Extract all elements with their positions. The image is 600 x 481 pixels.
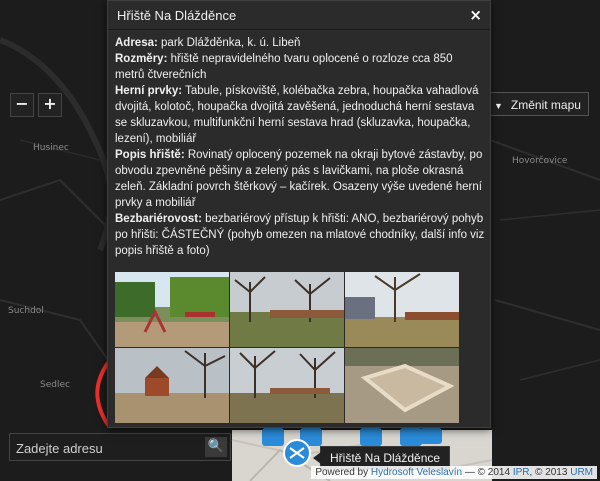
place-label-sedlec: Sedlec <box>40 380 70 390</box>
photo-thumbnail-4[interactable] <box>115 348 229 423</box>
photo-thumbnail-6[interactable] <box>345 348 459 423</box>
field-label: Popis hřiště: <box>115 149 185 161</box>
field-value: park Dlážděnka, k. ú. Libeň <box>161 37 301 49</box>
place-label-hovorcovice: Hovorčovice <box>512 156 568 166</box>
photo-thumbnail-1[interactable] <box>115 272 229 347</box>
photo-thumbnail-5[interactable] <box>230 348 344 423</box>
field-address: Adresa: park Dlážděnka, k. ú. Libeň <box>115 35 485 51</box>
search-icon: 🔍 <box>207 439 225 454</box>
field-label: Herní prvky: <box>115 85 183 97</box>
address-search-input[interactable] <box>10 434 208 462</box>
popup-body: Adresa: park Dlážděnka, k. ú. Libeň Rozm… <box>115 35 485 259</box>
attribution-ipr-link[interactable]: IPR <box>513 467 530 478</box>
field-label: Rozměry: <box>115 53 168 65</box>
map-attribution: Powered by Hydrosoft Veleslavín — © 2014… <box>311 466 597 479</box>
place-label-husinec: Husinec <box>33 143 69 153</box>
address-search: 🔍 <box>9 433 231 462</box>
change-map-button[interactable]: ▼ Změnit mapu <box>485 92 589 116</box>
attribution-urm-link[interactable]: URM <box>570 467 593 478</box>
field-label: Bezbariérovost: <box>115 213 202 225</box>
attribution-prefix: Powered by <box>315 467 371 478</box>
chevron-down-icon: ▼ <box>494 101 503 111</box>
playground-info-popup: Hřiště Na Dlážděnce × Adresa: park Dlážd… <box>107 0 491 428</box>
photo-thumbnail-3[interactable] <box>345 272 459 347</box>
field-description: Popis hřiště: Rovinatý oplocený pozemek … <box>115 147 485 211</box>
attribution-hydrosoft-link[interactable]: Hydrosoft Veleslavín <box>371 467 462 478</box>
close-icon[interactable]: × <box>469 6 482 24</box>
field-play-elements: Herní prvky: Tabule, pískoviště, kolébač… <box>115 83 485 147</box>
change-map-label: Změnit mapu <box>510 98 581 112</box>
photo-gallery <box>115 272 460 423</box>
zoom-in-button[interactable]: + <box>38 93 62 117</box>
field-dimensions: Rozměry: hřiště nepravidelného tvaru opl… <box>115 51 485 83</box>
zoom-controls: − + <box>10 93 62 117</box>
photo-thumbnail-2[interactable] <box>230 272 344 347</box>
search-button[interactable]: 🔍 <box>205 437 227 457</box>
place-label-suchdol: Suchdol <box>8 306 44 316</box>
field-accessibility: Bezbariérovost: bezbariérový přístup k h… <box>115 211 485 259</box>
field-label: Adresa: <box>115 37 158 49</box>
popup-title: Hřiště Na Dlážděnce <box>108 1 490 30</box>
attribution-copyright-2: , © 2013 <box>529 467 571 478</box>
attribution-copyright-1: — © 2014 <box>462 467 513 478</box>
zoom-out-button[interactable]: − <box>10 93 34 117</box>
playground-marker-selected[interactable] <box>283 439 311 467</box>
